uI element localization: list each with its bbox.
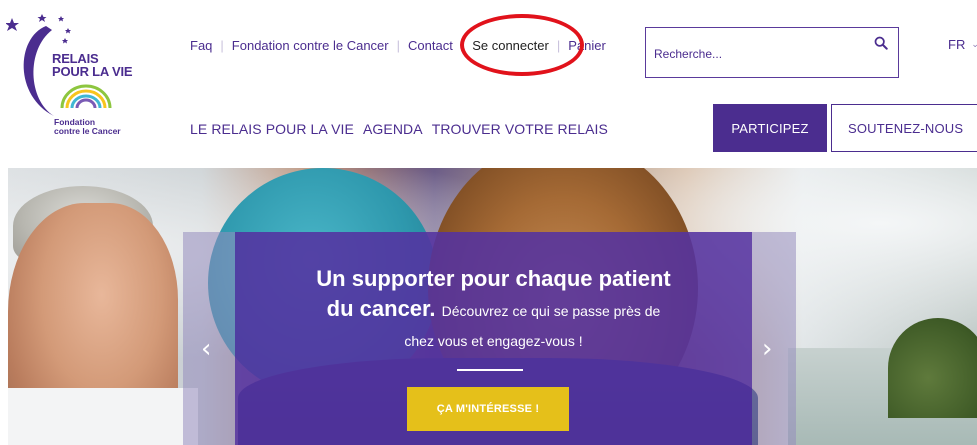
hero-photo-man-shirt [8, 388, 198, 445]
top-links: Faq | Fondation contre le Cancer | Conta… [190, 38, 606, 53]
logo-subtitle: Fondation contre le Cancer [54, 118, 121, 136]
separator: | [556, 38, 561, 53]
separator: | [220, 38, 224, 53]
soutenez-button[interactable]: SOUTENEZ-NOUS [831, 104, 977, 152]
hero-divider [457, 369, 523, 371]
logo-title: RELAIS POUR LA VIE [52, 52, 133, 79]
nav-item-agenda[interactable]: AGENDA [363, 121, 423, 137]
cart-link[interactable]: Panier [568, 38, 606, 53]
hero-headline: Un supporter pour chaque patient du canc… [235, 264, 752, 352]
contact-link[interactable]: Contact [408, 38, 453, 53]
hero-panel: Un supporter pour chaque patient du canc… [235, 232, 752, 445]
search-box [645, 27, 899, 78]
login-link[interactable]: Se connecter [472, 38, 549, 53]
logo-title-line2: POUR LA VIE [52, 64, 133, 79]
chevron-down-icon: ⌄ [971, 39, 977, 49]
hero-carousel: ‹ › Un supporter pour chaque patient du … [8, 168, 977, 445]
separator: | [460, 38, 465, 53]
separator: | [396, 38, 400, 53]
language-current: FR [948, 37, 966, 52]
logo-subtitle-line2: contre le Cancer [54, 126, 121, 136]
hero-photo-trees [888, 318, 977, 418]
chevron-right-icon[interactable]: › [762, 336, 772, 362]
hero-headline-rest: Découvrez ce qui se passe près de [441, 303, 661, 319]
hero-headline-line2: du cancer. Découvrez ce qui se passe prè… [235, 294, 752, 326]
site-logo[interactable]: RELAIS POUR LA VIE Fondation contre le C… [6, 8, 156, 138]
hero-headline-bold: du cancer. [326, 296, 436, 321]
nav-item-trouver[interactable]: TROUVER VOTRE RELAIS [432, 121, 608, 137]
carousel-next-panel[interactable] [752, 232, 796, 445]
hero-headline-line3: chez vous et engagez-vous ! [404, 333, 583, 349]
faq-link[interactable]: Faq [190, 38, 212, 53]
participez-button[interactable]: PARTICIPEZ [713, 104, 827, 152]
language-selector[interactable]: FR ⌄ [948, 37, 977, 52]
hero-headline-line1: Un supporter pour chaque patient [316, 266, 671, 291]
main-nav: LE RELAIS POUR LA VIE AGENDA TROUVER VOT… [190, 121, 608, 137]
search-icon[interactable] [874, 36, 888, 50]
fondation-link[interactable]: Fondation contre le Cancer [232, 38, 389, 53]
cta-button[interactable]: ÇA M'INTÉRESSE ! [407, 387, 569, 431]
search-input[interactable] [654, 44, 854, 64]
star-icon [6, 18, 19, 31]
chevron-left-icon[interactable]: ‹ [201, 336, 211, 362]
rainbow-icon [60, 84, 112, 109]
nav-item-relais[interactable]: LE RELAIS POUR LA VIE [190, 121, 354, 137]
